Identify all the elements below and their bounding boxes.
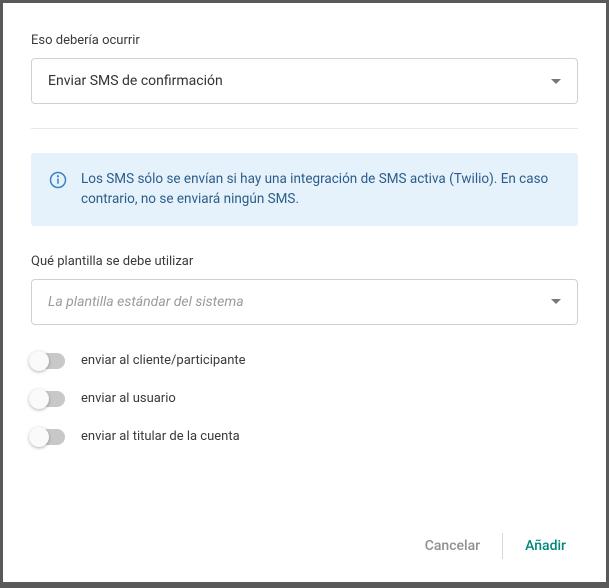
toggle-knob [29, 351, 49, 371]
chevron-down-icon [551, 299, 561, 304]
template-dropdown[interactable]: La plantilla estándar del sistema [31, 279, 578, 325]
toggle-send-user[interactable] [31, 391, 65, 407]
toggle-knob [29, 389, 49, 409]
modal-footer: Cancelar Añadir [3, 510, 606, 582]
template-label: Qué plantilla se debe utilizar [31, 254, 578, 269]
toggle-account-label: enviar al titular de la cuenta [81, 429, 240, 444]
toggle-row-client: enviar al cliente/participante [31, 353, 578, 369]
action-dropdown[interactable]: Enviar SMS de confirmación [31, 58, 578, 104]
modal-body: Eso debería ocurrir Enviar SMS de confir… [3, 3, 606, 510]
toggle-row-account: enviar al titular de la cuenta [31, 429, 578, 445]
template-placeholder: La plantilla estándar del sistema [48, 294, 244, 310]
action-selected-value: Enviar SMS de confirmación [48, 73, 223, 89]
action-label: Eso debería ocurrir [31, 33, 578, 48]
toggle-user-label: enviar al usuario [81, 391, 176, 406]
footer-divider [502, 533, 503, 559]
modal-dialog: Eso debería ocurrir Enviar SMS de confir… [3, 3, 606, 582]
toggles-section: enviar al cliente/participante enviar al… [31, 353, 578, 445]
toggle-knob [29, 427, 49, 447]
cancel-button[interactable]: Cancelar [409, 528, 496, 564]
info-icon [49, 169, 67, 193]
chevron-down-icon [551, 79, 561, 84]
section-divider [31, 128, 578, 129]
toggle-row-user: enviar al usuario [31, 391, 578, 407]
toggle-send-account[interactable] [31, 429, 65, 445]
add-button[interactable]: Añadir [509, 528, 582, 564]
info-text: Los SMS sólo se envían si hay una integr… [81, 169, 560, 210]
toggle-send-client[interactable] [31, 353, 65, 369]
toggle-client-label: enviar al cliente/participante [81, 353, 246, 368]
info-notice: Los SMS sólo se envían si hay una integr… [31, 153, 578, 226]
